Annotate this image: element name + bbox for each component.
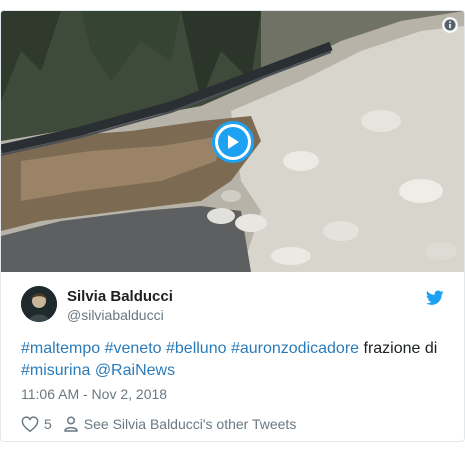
hashtag-link[interactable]: #belluno — [166, 340, 227, 357]
hashtag-link[interactable]: #auronzodicadore — [231, 340, 359, 357]
profile-link-label: See Silvia Balducci's other Tweets — [83, 416, 297, 432]
author-handle[interactable]: @silviabalducci — [67, 307, 164, 323]
hashtag-link[interactable]: #veneto — [105, 340, 162, 357]
author-name[interactable]: Silvia Balducci — [67, 288, 173, 305]
info-icon[interactable] — [442, 17, 458, 33]
avatar[interactable] — [21, 286, 57, 322]
tweet-text: #maltempo #veneto #belluno #auronzodicad… — [21, 338, 446, 382]
twitter-bird-icon[interactable] — [426, 290, 444, 306]
heart-icon — [21, 416, 39, 432]
hashtag-link[interactable]: #misurina — [21, 362, 90, 379]
mention-link[interactable]: @RaiNews — [95, 362, 175, 379]
embedded-tweet: Silvia Balducci @silviabalducci #maltemp… — [0, 10, 465, 442]
tweet-header: Silvia Balducci @silviabalducci — [21, 286, 446, 326]
play-icon — [218, 127, 248, 157]
video-thumbnail[interactable] — [1, 11, 464, 272]
profile-link[interactable]: See Silvia Balducci's other Tweets — [64, 416, 297, 432]
tweet-timestamp[interactable]: 11:06 AM - Nov 2, 2018 — [21, 386, 167, 402]
like-count: 5 — [44, 416, 52, 432]
like-button[interactable]: 5 — [21, 416, 64, 432]
play-button[interactable] — [212, 121, 254, 163]
tweet-text-segment: frazione di — [359, 340, 438, 357]
tweet-actions: 5 See Silvia Balducci's other Tweets — [21, 414, 296, 434]
person-icon — [64, 416, 78, 432]
hashtag-link[interactable]: #maltempo — [21, 340, 100, 357]
